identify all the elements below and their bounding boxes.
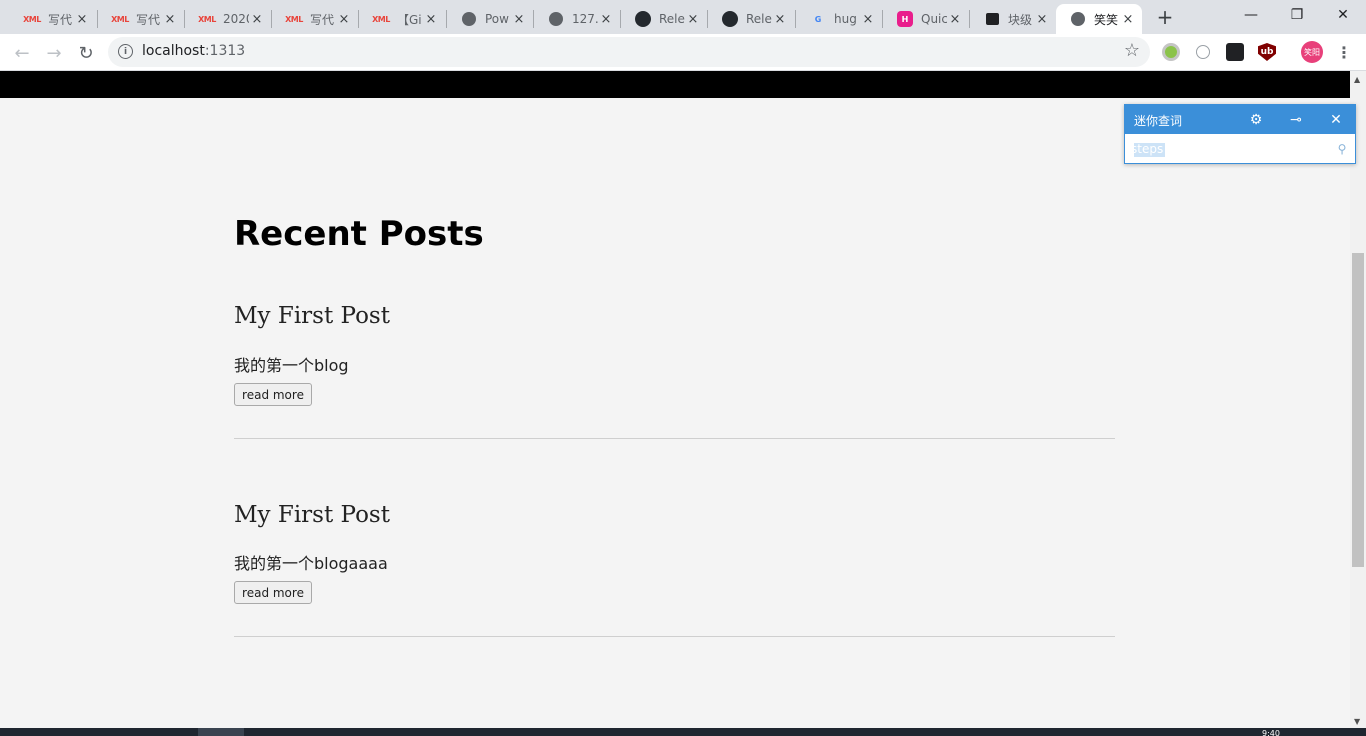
tab-close-icon[interactable]: ×	[336, 11, 352, 27]
tab-title: 127.	[572, 12, 598, 26]
globe-icon	[548, 11, 564, 27]
new-tab-button[interactable]: +	[1152, 4, 1178, 30]
address-bar[interactable]: i localhost:1313 ☆	[108, 37, 1150, 67]
tab-close-icon[interactable]: ×	[74, 11, 90, 27]
page-scrollbar[interactable]: ▲ ▼	[1350, 71, 1366, 728]
pin-icon[interactable]: ⊸	[1285, 109, 1307, 131]
xml-icon: XML	[111, 14, 129, 24]
window-close-button[interactable]: ✕	[1320, 0, 1366, 30]
xml-icon: XML	[23, 14, 41, 24]
page-title: Recent Posts	[234, 214, 484, 254]
google-icon: G	[814, 14, 822, 24]
tab-title: Rele	[659, 12, 685, 26]
minimize-button[interactable]: —	[1228, 0, 1274, 30]
tab-title: hug	[834, 12, 857, 26]
globe-icon	[461, 11, 477, 27]
tab-4[interactable]: XML 写代 ×	[272, 4, 358, 34]
tab-title: 写代	[310, 12, 335, 27]
github-icon	[635, 11, 651, 27]
post-summary: 我的第一个blog	[234, 356, 349, 375]
taskbar-active-app[interactable]	[198, 728, 244, 736]
read-more-button[interactable]: read more	[234, 581, 312, 604]
tab-title: Quic	[921, 12, 947, 26]
reload-button[interactable]: ↻	[72, 39, 100, 67]
ublock-icon[interactable]: ub	[1258, 43, 1276, 61]
browser-window: XML 写代 × XML 写代 × XML 2020 × XML 写代 × XM…	[0, 0, 1366, 736]
tab-title: 写代	[48, 12, 73, 27]
gear-icon[interactable]: ⚙	[1245, 109, 1267, 131]
bookmark-star-icon[interactable]: ☆	[1124, 40, 1140, 61]
search-icon[interactable]: ⚲	[1333, 140, 1351, 158]
github-icon	[722, 11, 738, 27]
back-button[interactable]: ←	[8, 39, 36, 67]
globe-icon	[1070, 11, 1086, 27]
tab-9[interactable]: Rele ×	[708, 4, 794, 34]
profile-avatar[interactable]: 笑阳	[1301, 41, 1323, 63]
extension-gauge-icon[interactable]	[1196, 45, 1210, 59]
xml-icon: XML	[372, 14, 390, 24]
book-icon	[984, 11, 1000, 27]
address-url: localhost:1313	[142, 43, 245, 59]
tab-strip: XML 写代 × XML 写代 × XML 2020 × XML 写代 × XM…	[0, 0, 1366, 34]
tab-title: Rele	[746, 12, 772, 26]
tab-title: 块级	[1008, 12, 1033, 27]
browser-toolbar: ← → ↻ i localhost:1313 ☆ ub 笑阳 ⋮	[0, 34, 1366, 71]
hugo-icon: H	[897, 11, 913, 27]
info-icon[interactable]: i	[118, 44, 133, 59]
tab-11[interactable]: H Quic ×	[883, 4, 969, 34]
mini-dictionary-title: 迷你查词	[1134, 114, 1183, 128]
browser-menu-icon[interactable]: ⋮	[1336, 40, 1352, 64]
tab-title: Pow	[485, 12, 509, 26]
tab-close-icon[interactable]: ×	[162, 11, 178, 27]
tab-10[interactable]: G hug ×	[796, 4, 882, 34]
tab-5[interactable]: XML 【Gi ×	[359, 4, 445, 34]
post-summary: 我的第一个blogaaaa	[234, 554, 388, 573]
tab-close-icon[interactable]: ×	[772, 11, 788, 27]
tab-title: 【Gi	[397, 12, 422, 27]
tab-close-icon[interactable]: ×	[249, 11, 265, 27]
tab-7[interactable]: 127. ×	[534, 4, 620, 34]
tab-close-icon[interactable]: ×	[685, 11, 701, 27]
tab-close-icon[interactable]: ×	[1120, 11, 1136, 27]
forward-button[interactable]: →	[40, 39, 68, 67]
mini-dictionary-search-input[interactable]	[1131, 139, 1331, 159]
post-divider	[234, 438, 1115, 439]
tab-8[interactable]: Rele ×	[621, 4, 707, 34]
tab-title: 写代	[136, 12, 161, 27]
post-title-link[interactable]: My First Post	[234, 303, 390, 329]
xml-icon: XML	[198, 14, 216, 24]
scrollbar-thumb[interactable]	[1352, 253, 1364, 567]
tab-6[interactable]: Pow ×	[447, 4, 533, 34]
close-icon[interactable]: ✕	[1325, 109, 1347, 131]
tab-title: 2020	[223, 12, 249, 26]
tab-13-active[interactable]: 笑笑 ×	[1056, 4, 1142, 34]
read-more-button[interactable]: read more	[234, 383, 312, 406]
taskbar-clock: 9:40	[1262, 730, 1280, 736]
scroll-down-icon[interactable]: ▼	[1354, 717, 1360, 726]
post-title-link[interactable]: My First Post	[234, 502, 390, 528]
tab-close-icon[interactable]: ×	[1034, 11, 1050, 27]
extension-green-icon[interactable]	[1162, 43, 1180, 61]
tab-2[interactable]: XML 写代 ×	[98, 4, 184, 34]
os-taskbar	[0, 728, 1366, 736]
tab-3[interactable]: XML 2020 ×	[185, 4, 271, 34]
tab-close-icon[interactable]: ×	[511, 11, 527, 27]
tab-close-icon[interactable]: ×	[423, 11, 439, 27]
scroll-up-icon[interactable]: ▲	[1354, 75, 1360, 84]
tampermonkey-icon[interactable]	[1226, 43, 1244, 61]
tab-1[interactable]: XML 写代 ×	[10, 4, 96, 34]
mini-dictionary-popup: 迷你查词 ⚙ ⊸ ✕ ⚲	[1124, 104, 1356, 164]
maximize-button[interactable]: ❐	[1274, 0, 1320, 30]
tab-close-icon[interactable]: ×	[947, 11, 963, 27]
site-header-bar	[0, 71, 1350, 98]
url-port: :1313	[204, 43, 246, 59]
tab-12[interactable]: 块级 ×	[970, 4, 1056, 34]
tab-close-icon[interactable]: ×	[860, 11, 876, 27]
post-divider	[234, 636, 1115, 637]
xml-icon: XML	[285, 14, 303, 24]
mini-dictionary-header[interactable]: 迷你查词 ⚙ ⊸ ✕	[1125, 105, 1355, 134]
tab-close-icon[interactable]: ×	[598, 11, 614, 27]
url-host: localhost	[142, 43, 205, 59]
tab-title: 笑笑	[1094, 12, 1119, 27]
